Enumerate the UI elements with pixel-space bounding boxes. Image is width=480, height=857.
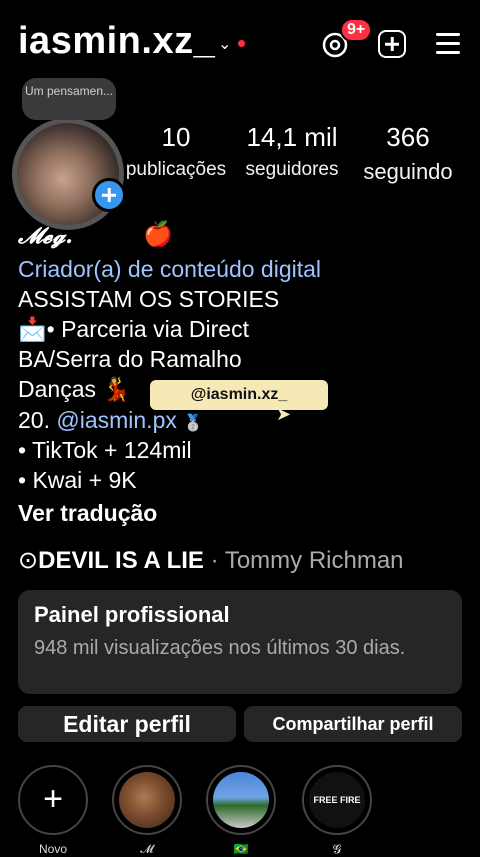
highlight-label: 𝓜 [140,842,154,856]
stat-following[interactable]: 366 seguindo [352,122,464,185]
medal-emoji: 🥈 [183,415,204,432]
music-icon: ⊙ [18,547,39,574]
bio-line: 📩• Parceria via Direct [18,316,249,342]
highlight-item[interactable]: FREE FIRE [302,765,372,835]
username-header[interactable]: iasmin.xz_ [18,20,215,63]
highlight-label: 𝓖 [332,842,342,856]
stat-following-label: seguindo [363,159,453,184]
chevron-down-icon[interactable]: ⌄ [218,34,231,54]
free-fire-logo: FREE FIRE [309,772,365,828]
stat-followers[interactable]: 14,1 mil seguidores [236,122,348,181]
add-story-icon[interactable] [92,178,126,212]
plus-icon: + [43,780,63,818]
notification-dot [238,40,245,47]
tap-cursor-icon: ➤ [276,404,292,424]
stat-followers-label: seguidores [245,159,339,180]
notification-badge: 9+ [340,18,373,42]
highlight-item[interactable] [112,765,182,835]
bio-age: 20. [18,407,50,433]
music-line[interactable]: ⊙DEVIL IS A LIE · Tommy Richman [18,546,404,575]
stat-posts-value: 10 [161,122,191,152]
create-post-icon[interactable] [378,30,406,58]
stat-posts[interactable]: 10 publicações [124,122,228,181]
translate-link[interactable]: Ver tradução [18,500,157,527]
highlight-cover [119,772,175,828]
dashboard-title: Painel profissional [34,602,230,627]
menu-icon[interactable] [436,33,460,55]
dashboard-subtitle: 948 mil visualizações nos últimos 30 dia… [34,637,406,659]
song-artist: · Tommy Richman [210,547,404,574]
bio-line: • TikTok + 124mil [18,437,192,463]
stat-followers-value: 14,1 mil [246,122,338,152]
share-profile-button[interactable]: Compartilhar perfil [244,706,462,742]
highlight-cover [213,772,269,828]
bio-line: • Kwai + 9K [18,467,137,493]
bio-line: Danças 💃 [18,376,132,402]
profile-category: Criador(a) de conteúdo digital [18,256,322,282]
profile-link-handle[interactable]: @iasmin.px [56,407,177,433]
note-bubble[interactable]: Um pensamen... [22,78,116,120]
bio-line: ASSISTAM OS STORIES [18,286,280,312]
professional-dashboard[interactable]: Painel profissional 948 mil visualizaçõe… [18,590,462,694]
stat-following-value: 366 [386,122,430,152]
profile-name: 𝓜𝓮𝓰. [18,223,73,249]
mention-sticker[interactable]: @iasmin.xz_ [150,380,328,410]
highlight-item[interactable] [206,765,276,835]
bio-line: BA/Serra do Ramalho [18,346,242,372]
edit-profile-button[interactable]: Editar perfil [18,706,236,742]
song-title: DEVIL IS A LIE [38,547,204,574]
apple-emoji: 🍎 [143,221,173,248]
bio-line-with-link: 20. @iasmin.px 🥈 [18,407,203,434]
new-highlight-button[interactable]: + [18,765,88,835]
stat-posts-label: publicações [125,159,227,180]
